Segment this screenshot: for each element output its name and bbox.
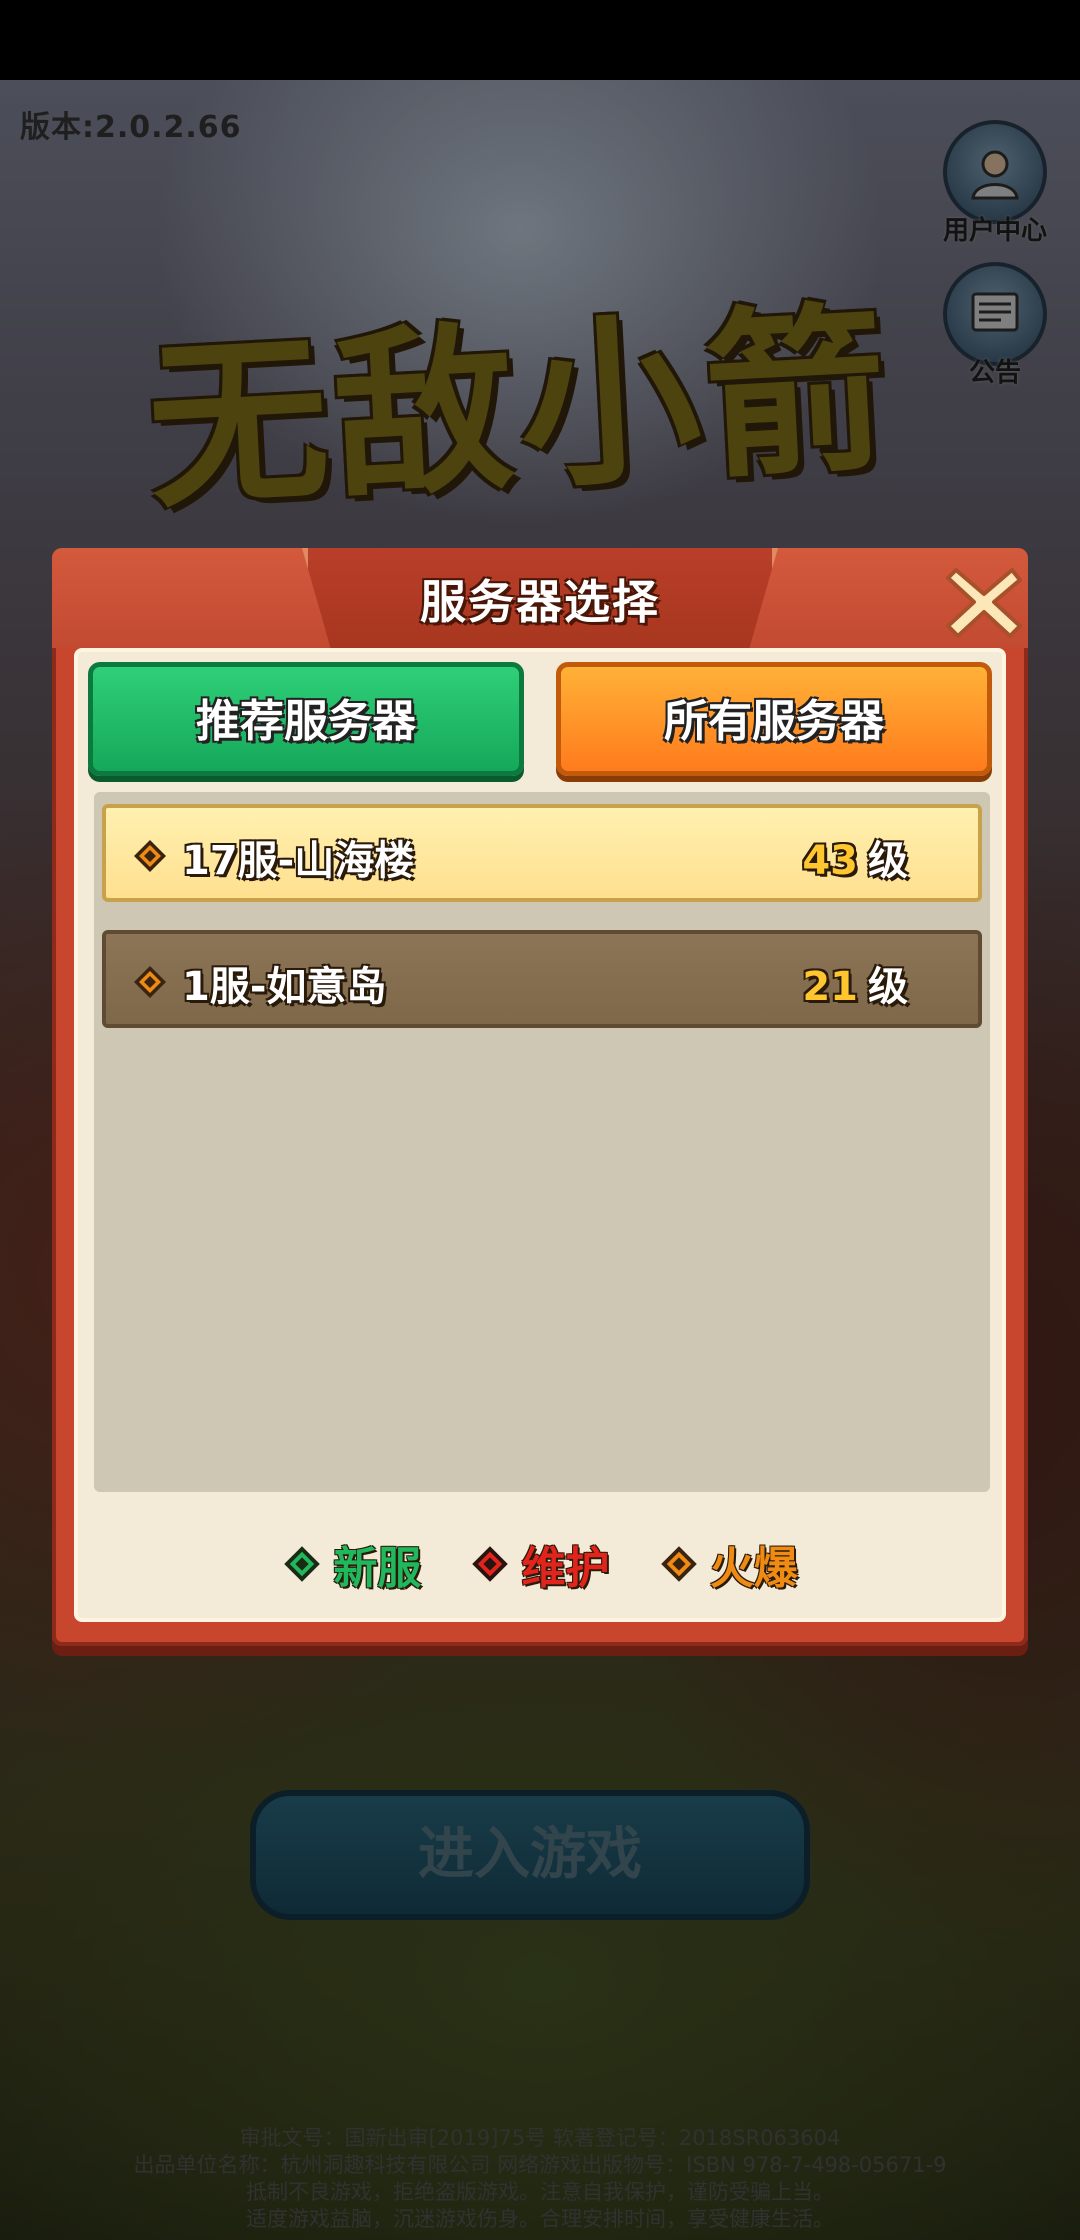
server-level-unit: 级 [868, 838, 908, 884]
red-diamond-icon [472, 1546, 509, 1582]
server-level-value: 21 [802, 964, 858, 1010]
orange-diamond-icon [660, 1546, 697, 1582]
legend-maintenance-label: 维护 [521, 1543, 610, 1594]
legend-hot-label: 火爆 [709, 1543, 798, 1594]
legend-hot: 火爆 [659, 1532, 798, 1596]
server-name: 17服-山海楼 [182, 838, 415, 884]
legend-new-label: 新服 [333, 1543, 422, 1594]
status-bar [0, 0, 1080, 80]
server-row[interactable]: 1服-如意岛 21 级 [102, 930, 982, 1028]
hot-status-diamond-icon [134, 966, 166, 998]
green-diamond-icon [284, 1546, 321, 1582]
tab-recommended-servers[interactable]: 推荐服务器 [88, 662, 524, 776]
server-list: 17服-山海楼 43 级 1服-如意岛 21 级 [94, 792, 990, 1492]
tab-all-servers[interactable]: 所有服务器 [556, 662, 992, 776]
server-level-unit: 级 [868, 964, 908, 1010]
close-icon [946, 568, 1022, 638]
server-row[interactable]: 17服-山海楼 43 级 [102, 804, 982, 902]
legend-maintenance: 维护 [470, 1532, 610, 1596]
dialog-title: 服务器选择 [420, 575, 660, 629]
dialog-panel: 推荐服务器 所有服务器 17服-山海楼 43 级 1服-如意岛 21 级 新服 … [74, 648, 1006, 1622]
server-level: 21 级 [802, 954, 908, 1012]
server-level-value: 43 [802, 838, 858, 884]
server-level: 43 级 [802, 828, 908, 886]
hot-status-diamond-icon [134, 840, 166, 872]
legend-new: 新服 [282, 1532, 421, 1596]
server-name: 1服-如意岛 [182, 964, 387, 1010]
close-button[interactable] [942, 560, 1026, 644]
status-legend: 新服 维护 火爆 [78, 1532, 1002, 1596]
server-select-dialog: 服务器选择 推荐服务器 所有服务器 17服-山海楼 43 级 1服-如意岛 21… [52, 548, 1028, 1646]
